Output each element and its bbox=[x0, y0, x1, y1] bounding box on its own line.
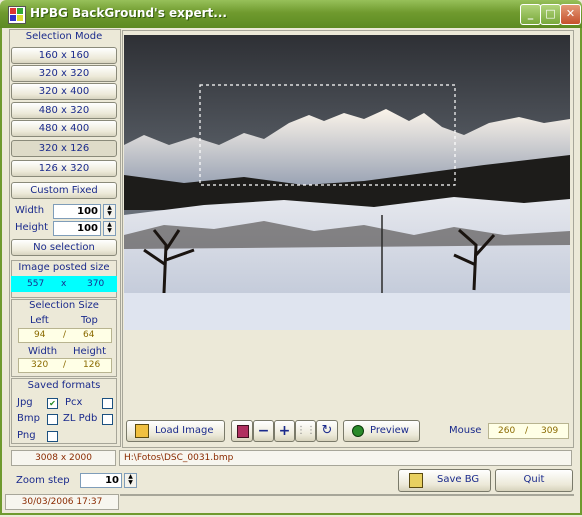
mouse-y: 309 bbox=[541, 426, 559, 436]
minus-icon: − bbox=[257, 423, 270, 439]
mouse-sep: / bbox=[525, 426, 529, 436]
width-height-sep: / bbox=[63, 360, 67, 370]
save-bg-button[interactable]: Save BG bbox=[398, 469, 491, 492]
bmp-label: Bmp bbox=[17, 413, 40, 424]
sel-height-label: Height bbox=[73, 346, 107, 357]
app-icon bbox=[8, 6, 26, 24]
spin-down-icon: ▼ bbox=[107, 227, 112, 234]
minimize-icon: _ bbox=[527, 7, 534, 20]
height-spinner[interactable]: ▲ ▼ bbox=[103, 221, 116, 236]
quit-button[interactable]: Quit bbox=[495, 469, 573, 492]
top-value: 64 bbox=[83, 330, 95, 340]
zlpdb-checkbox[interactable] bbox=[102, 414, 113, 425]
foreground-snow bbox=[124, 293, 570, 330]
load-image-label: Load Image bbox=[155, 425, 214, 436]
status-bar-empty bbox=[120, 494, 574, 496]
custom-fixed-button[interactable]: Custom Fixed bbox=[11, 182, 117, 199]
posted-x: x bbox=[61, 279, 67, 289]
book-icon bbox=[237, 425, 249, 438]
plus-icon: + bbox=[278, 423, 291, 439]
size-320x320-button[interactable]: 320 x 320 bbox=[11, 65, 117, 82]
width-label: Width bbox=[15, 205, 45, 216]
maximize-button[interactable]: □ bbox=[540, 4, 561, 25]
save-icon bbox=[409, 473, 423, 488]
height-label: Height bbox=[15, 222, 49, 233]
window-title: HPBG BackGround's expert... bbox=[30, 6, 227, 20]
left-top-sep: / bbox=[63, 330, 67, 340]
load-image-icon bbox=[135, 424, 149, 438]
preview-button[interactable]: Preview bbox=[343, 420, 420, 442]
width-input[interactable]: 100 bbox=[53, 204, 101, 219]
sel-height-value: 126 bbox=[83, 360, 101, 370]
selection-mode-header: Selection Mode bbox=[10, 31, 118, 42]
load-image-button[interactable]: Load Image bbox=[126, 420, 225, 442]
left-label: Left bbox=[30, 315, 49, 326]
jpg-checkbox[interactable]: ✔ bbox=[47, 398, 58, 409]
zlpdb-label: ZL Pdb bbox=[63, 413, 98, 424]
zoom-step-label: Zoom step bbox=[16, 475, 70, 486]
top-label: Top bbox=[81, 315, 98, 326]
no-selection-button[interactable]: No selection bbox=[11, 239, 117, 256]
selection-size-title: Selection Size bbox=[29, 300, 99, 311]
mouse-label: Mouse bbox=[449, 425, 482, 436]
grid-button[interactable]: ⋮⋮ bbox=[295, 420, 316, 442]
png-checkbox[interactable] bbox=[47, 431, 58, 442]
posted-height: 370 bbox=[87, 279, 105, 289]
size-320x126-button[interactable]: 320 x 126 bbox=[11, 140, 117, 157]
datetime-status: 30/03/2006 17:37 bbox=[5, 494, 119, 510]
save-bg-label: Save BG bbox=[437, 474, 480, 485]
height-input[interactable]: 100 bbox=[53, 221, 101, 236]
sel-width-value: 320 bbox=[31, 360, 49, 370]
grid-icon: ⋮⋮ bbox=[296, 425, 316, 436]
size-480x320-button[interactable]: 480 x 320 bbox=[11, 102, 117, 119]
mouse-x: 260 bbox=[498, 426, 516, 436]
file-path-status: H:\Fotos\DSC_0031.bmp bbox=[119, 450, 572, 466]
refresh-button[interactable]: ↻ bbox=[316, 420, 338, 442]
saved-formats-title: Saved formats bbox=[27, 380, 101, 391]
book-button[interactable] bbox=[231, 420, 253, 442]
spin-down-icon: ▼ bbox=[107, 210, 112, 217]
size-126x320-button[interactable]: 126 x 320 bbox=[11, 160, 117, 177]
spin-down-icon: ▼ bbox=[128, 479, 133, 486]
sel-width-label: Width bbox=[28, 346, 58, 357]
left-value: 94 bbox=[34, 330, 46, 340]
png-label: Png bbox=[17, 430, 36, 441]
minimize-button[interactable]: _ bbox=[520, 4, 541, 25]
close-icon: ✕ bbox=[565, 7, 576, 20]
zoom-in-button[interactable]: + bbox=[274, 420, 295, 442]
left-top-value: 94 / 64 bbox=[18, 328, 112, 343]
original-size-status: 3008 x 2000 bbox=[11, 450, 116, 466]
zoom-out-button[interactable]: − bbox=[253, 420, 274, 442]
preview-label: Preview bbox=[370, 425, 409, 436]
photo-canvas[interactable] bbox=[124, 35, 570, 330]
width-spinner[interactable]: ▲ ▼ bbox=[103, 204, 116, 219]
image-posted-size-title: Image posted size bbox=[18, 262, 110, 273]
pcx-label: Pcx bbox=[65, 397, 83, 408]
selection-mode-title: Selection Mode bbox=[25, 31, 103, 42]
zoom-step-spinner[interactable]: ▲ ▼ bbox=[124, 473, 137, 488]
refresh-icon: ↻ bbox=[321, 423, 333, 438]
width-height-value: 320 / 126 bbox=[18, 358, 112, 373]
zoom-step-input[interactable]: 10 bbox=[80, 473, 122, 488]
close-button[interactable]: ✕ bbox=[560, 4, 581, 25]
jpg-label: Jpg bbox=[17, 397, 33, 408]
size-480x400-button[interactable]: 480 x 400 bbox=[11, 120, 117, 137]
posted-width: 557 bbox=[27, 279, 45, 289]
mouse-position: 260 / 309 bbox=[488, 423, 569, 439]
pcx-checkbox[interactable] bbox=[102, 398, 113, 409]
size-320x400-button[interactable]: 320 x 400 bbox=[11, 83, 117, 100]
bmp-checkbox[interactable] bbox=[47, 414, 58, 425]
image-posted-size-value: 557 x 370 bbox=[11, 276, 117, 292]
preview-icon bbox=[352, 425, 364, 437]
size-160x160-button[interactable]: 160 x 160 bbox=[11, 47, 117, 64]
maximize-icon: □ bbox=[545, 7, 556, 20]
